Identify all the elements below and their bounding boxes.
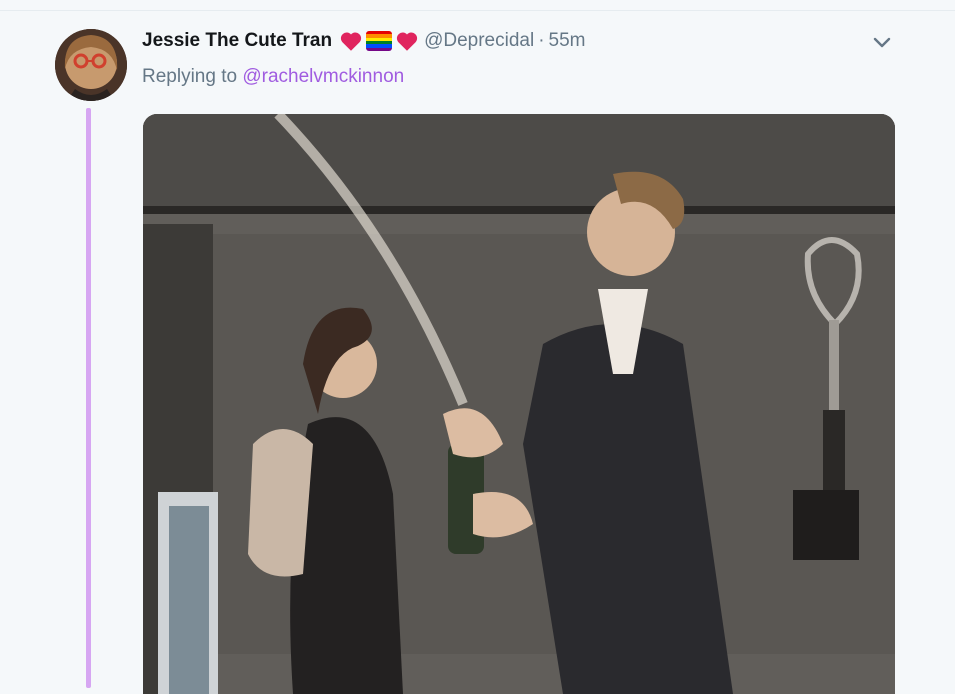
top-divider <box>0 10 955 11</box>
timestamp[interactable]: 55m <box>549 30 586 52</box>
avatar-image <box>55 29 127 101</box>
separator-dot: · <box>538 30 545 51</box>
gif-scene <box>143 114 895 694</box>
replying-to: Replying to @rachelvmckinnon <box>142 66 404 88</box>
thread-line <box>86 108 91 688</box>
chevron-down-icon[interactable] <box>870 33 894 53</box>
red-heart-icon <box>340 32 362 51</box>
rainbow-flag-icon <box>366 31 393 51</box>
gif-thumbnail[interactable] <box>143 114 895 694</box>
user-handle[interactable]: @Deprecidal <box>424 30 534 52</box>
tweet-header: Jessie The Cute Tran @Deprecidal · 55m <box>142 26 586 56</box>
avatar[interactable] <box>55 29 127 101</box>
display-name[interactable]: Jessie The Cute Tran <box>142 30 332 52</box>
red-heart-icon <box>396 32 418 51</box>
replying-prefix: Replying to <box>142 66 238 87</box>
mention-link[interactable]: @rachelvmckinnon <box>242 66 404 87</box>
name-emojis <box>338 28 420 54</box>
